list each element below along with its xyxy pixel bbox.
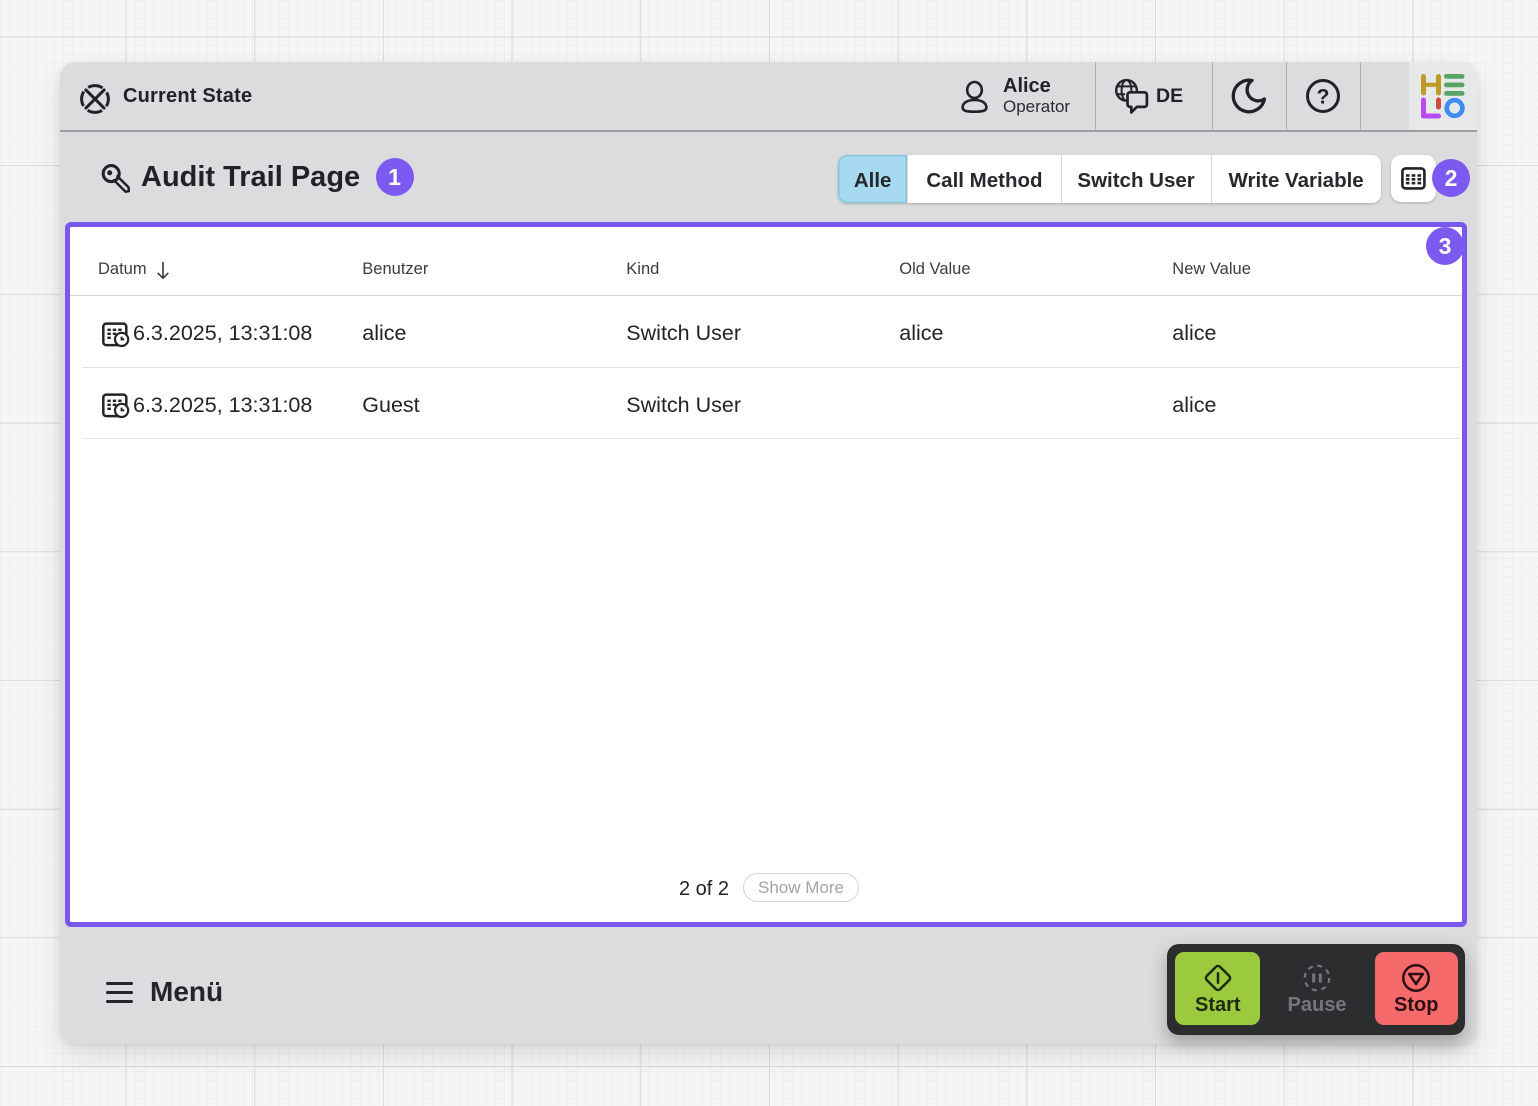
svg-text:?: ? [1317,86,1330,109]
